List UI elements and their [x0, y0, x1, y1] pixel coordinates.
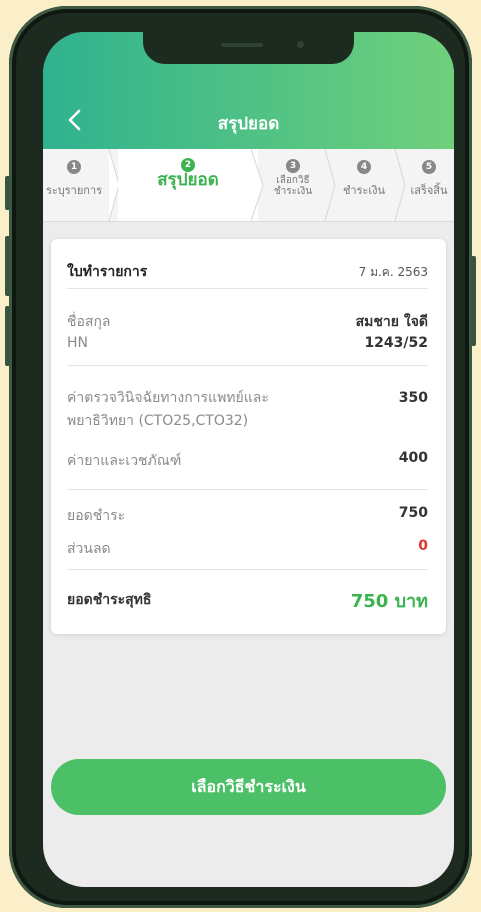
divider	[67, 365, 428, 366]
camera-icon	[297, 41, 304, 48]
step-3-number: 3	[286, 159, 300, 173]
page-title: สรุปยอด	[217, 114, 280, 134]
progress-stepper: 1 ระบุรายการ 2 สรุปยอด 3 เลือกวิธี ชำระเ…	[43, 149, 454, 222]
item1-row: ค่าตรวจวินิจฉัยทางการแพทย์และ พยาธิวิทยา…	[67, 387, 428, 433]
net-row: ยอดชำระสุทธิ 750 บาท	[67, 589, 428, 612]
choose-payment-button[interactable]: เลือกวิธีชำระเงิน	[51, 759, 446, 815]
net-value: 750 บาท	[350, 591, 428, 612]
app-screen: สรุปยอด 1 ระบุรายการ 2 สรุปยอด 3 เลือกวิ…	[43, 32, 454, 887]
discount-value: 0	[418, 538, 428, 554]
receipt-heading: ใบทำรายการ	[67, 264, 148, 280]
net-label: ยอดชำระสุทธิ	[67, 592, 152, 608]
phone-frame: สรุปยอด 1 ระบุรายการ 2 สรุปยอด 3 เลือกวิ…	[5, 6, 476, 908]
divider	[67, 569, 428, 570]
step-1: 1 ระบุรายการ	[43, 159, 109, 197]
receipt-header: ใบทำรายการ 7 ม.ค. 2563	[67, 261, 428, 283]
mute-switch	[5, 176, 10, 210]
divider	[67, 489, 428, 490]
discount-row: ส่วนลด 0	[67, 538, 428, 560]
payable-row: ยอดชำระ 750	[67, 505, 428, 527]
volume-up-button	[5, 236, 10, 296]
item1-label-line1: ค่าตรวจวินิจฉัยทางการแพทย์และ	[67, 390, 269, 406]
item2-row: ค่ายาและเวชภัณฑ์ 400	[67, 450, 428, 472]
hn-label: HN	[67, 335, 88, 351]
step-1-number: 1	[67, 160, 81, 174]
hn-value: 1243/52	[364, 335, 428, 351]
receipt-date: 7 ม.ค. 2563	[358, 265, 428, 279]
step-3: 3 เลือกวิธี ชำระเงิน	[261, 159, 325, 197]
name-label: ชื่อสกุล	[67, 314, 111, 330]
name-row: ชื่อสกุล สมชาย ใจดี	[67, 311, 428, 333]
step-5-number: 5	[422, 160, 436, 174]
receipt-card: ใบทำรายการ 7 ม.ค. 2563 ชื่อสกุล สมชาย ใจ…	[51, 239, 446, 634]
step-2-label: สรุปยอด	[157, 170, 219, 190]
payable-value: 750	[398, 505, 428, 521]
payable-label: ยอดชำระ	[67, 508, 126, 524]
volume-down-button	[5, 306, 10, 366]
item1-value: 350	[398, 390, 428, 406]
step-4-number: 4	[357, 160, 371, 174]
step-3-label-line2: ชำระเงิน	[273, 186, 313, 197]
step-4-label: ชำระเงิน	[342, 184, 386, 197]
hn-row: HN 1243/52	[67, 335, 428, 351]
step-5-label: เสร็จสิ้น	[410, 184, 448, 197]
name-value: สมชาย ใจดี	[355, 314, 428, 330]
notch	[143, 32, 354, 64]
step-3-label-line1: เลือกวิธี	[276, 175, 310, 186]
item2-value: 400	[398, 450, 428, 466]
discount-label: ส่วนลด	[67, 541, 111, 557]
step-4: 4 ชำระเงิน	[333, 159, 395, 197]
step-1-label: ระบุรายการ	[45, 184, 103, 197]
item2-label: ค่ายาและเวชภัณฑ์	[67, 453, 182, 469]
speaker-grille	[221, 43, 263, 47]
step-2-current: 2 สรุปยอด	[118, 149, 258, 221]
power-button	[471, 256, 476, 346]
item1-label-line2: พยาธิวิทยา (CTO25,CTO32)	[67, 413, 249, 429]
divider	[67, 288, 428, 289]
step-5: 5 เสร็จสิ้น	[401, 159, 454, 197]
